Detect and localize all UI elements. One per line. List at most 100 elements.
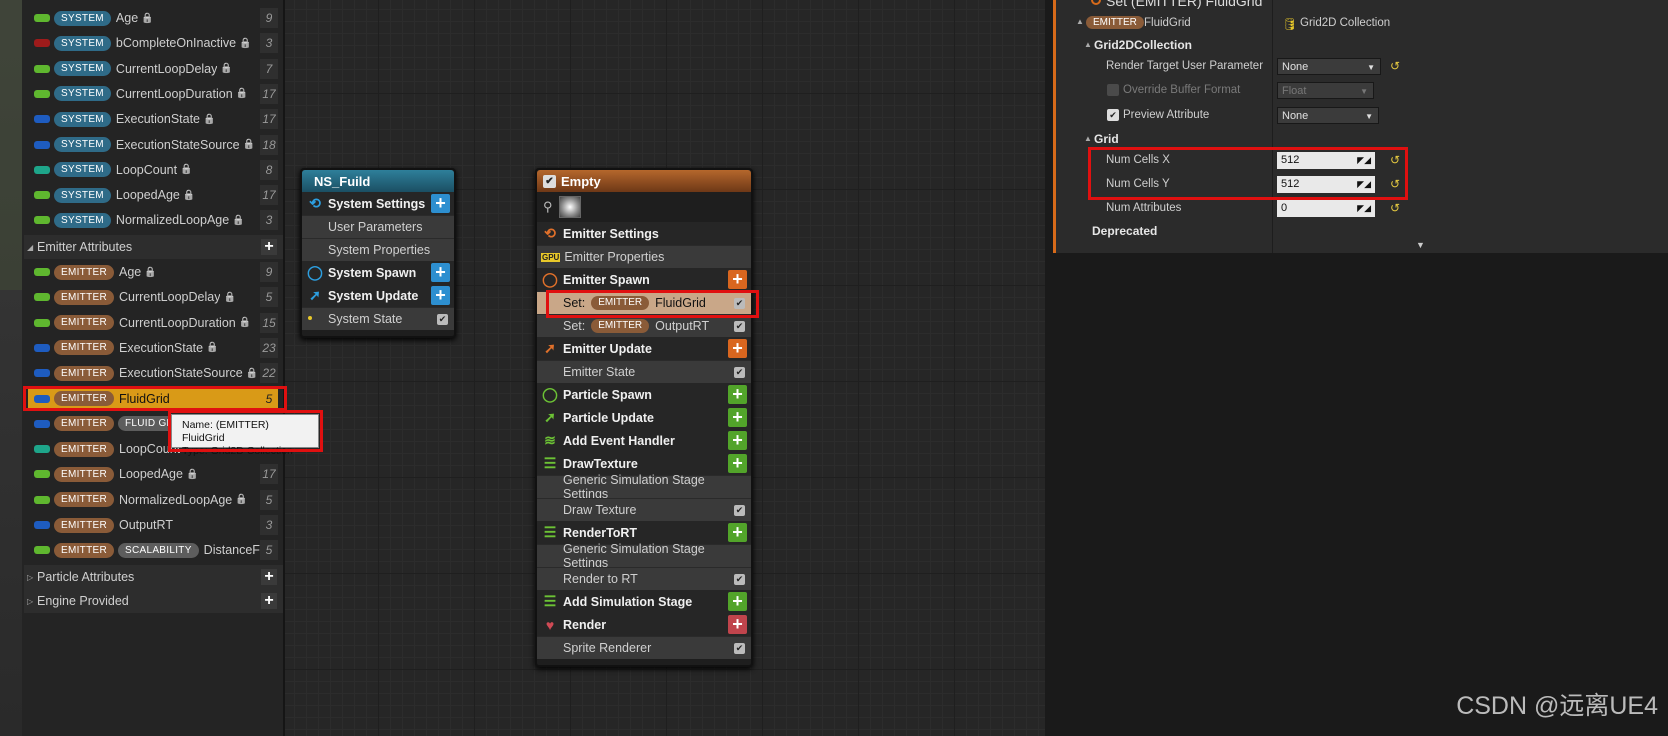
- attribute-row[interactable]: SYSTEM ExecutionState 🔒 17: [28, 107, 278, 131]
- deprecated-category[interactable]: Deprecated: [1056, 219, 1668, 243]
- system-node-title[interactable]: NS_Fuild: [302, 170, 454, 192]
- attribute-row[interactable]: EMITTER NormalizedLoopAge 🔒 5: [28, 488, 278, 512]
- add-module-button[interactable]: +: [728, 454, 747, 473]
- reset-icon[interactable]: ↺: [1390, 201, 1400, 215]
- emitter-thumbnail[interactable]: [558, 196, 581, 218]
- add-module-button[interactable]: +: [728, 592, 747, 611]
- row-label: User Parameters: [328, 220, 423, 234]
- stack-group-row[interactable]: ☰ DrawTexture +: [537, 452, 751, 475]
- namespace-badge: EMITTER: [54, 289, 114, 305]
- module-row[interactable]: System Properties: [302, 238, 454, 261]
- reset-icon[interactable]: ↺: [1390, 177, 1400, 191]
- enabled-checkbox[interactable]: ✔: [734, 643, 745, 654]
- attribute-row[interactable]: EMITTER LoopedAge 🔒 17: [28, 462, 278, 486]
- module-row[interactable]: Generic Simulation Stage Settings: [537, 542, 751, 570]
- override-checkbox[interactable]: [1107, 84, 1119, 96]
- attribute-row[interactable]: SYSTEM LoopedAge 🔒 17: [28, 183, 278, 207]
- system-node[interactable]: NS_Fuild ⟲ System Settings + User Parameter…: [300, 168, 456, 338]
- section-particle_attributes[interactable]: ▷ Particle Attributes +: [24, 565, 283, 589]
- module-row[interactable]: Render to RT ✔: [537, 567, 751, 590]
- module-row[interactable]: Sprite Renderer ✔: [537, 636, 751, 659]
- stack-group-row[interactable]: ♥ Render +: [537, 613, 751, 636]
- enabled-checkbox[interactable]: ✔: [734, 505, 745, 516]
- add-module-button[interactable]: +: [431, 263, 450, 282]
- attribute-row[interactable]: EMITTER ExecutionStateSource 🔒 22: [28, 361, 278, 385]
- attribute-name: CurrentLoopDuration: [119, 315, 236, 330]
- expand-arrow-icon[interactable]: ▼: [1416, 240, 1425, 250]
- add-button[interactable]: +: [261, 593, 277, 609]
- attribute-row[interactable]: EMITTER SCALABILITY DistanceFra 5: [28, 538, 278, 562]
- usage-count: 7: [260, 58, 278, 79]
- num-cells-y-input[interactable]: 512 ◤◢: [1277, 176, 1375, 193]
- attribute-row[interactable]: SYSTEM ExecutionStateSource 🔒 18: [28, 133, 278, 157]
- reset-icon[interactable]: ↺: [1390, 153, 1400, 167]
- enabled-checkbox[interactable]: ✔: [734, 321, 745, 332]
- emitter-node[interactable]: ✔ Empty ⚲ ⟲ Emitter Settings GPU Emitter Pr…: [535, 168, 753, 667]
- attribute-row[interactable]: SYSTEM CurrentLoopDelay 🔒 7: [28, 57, 278, 81]
- add-module-button[interactable]: +: [728, 339, 747, 358]
- stack-group-row[interactable]: ◯ Particle Spawn +: [537, 383, 751, 406]
- expand-arrow-icon[interactable]: ◢: [27, 243, 35, 252]
- attribute-row[interactable]: SYSTEM LoopCount 🔒 8: [28, 158, 278, 182]
- module-row[interactable]: Set: EMITTER FluidGrid ✔: [537, 291, 751, 314]
- enabled-checkbox[interactable]: ✔: [437, 314, 448, 325]
- attribute-row[interactable]: EMITTER CurrentLoopDuration 🔒 15: [28, 311, 278, 335]
- attribute-row[interactable]: SYSTEM CurrentLoopDuration 🔒 17: [28, 82, 278, 106]
- attribute-row[interactable]: EMITTER ExecutionState 🔒 23: [28, 336, 278, 360]
- preview-dropdown[interactable]: None ▼: [1277, 107, 1379, 124]
- module-row[interactable]: Set: EMITTER OutputRT ✔: [537, 314, 751, 337]
- stack-group-row[interactable]: ☰ RenderToRT +: [537, 521, 751, 544]
- add-button[interactable]: +: [261, 239, 277, 255]
- enabled-checkbox[interactable]: ✔: [734, 574, 745, 585]
- emitter-node-header[interactable]: ✔ Empty: [537, 170, 751, 192]
- module-row[interactable]: User Parameters: [302, 215, 454, 238]
- enabled-checkbox[interactable]: ✔: [734, 298, 745, 309]
- enabled-checkbox[interactable]: ✔: [734, 367, 745, 378]
- add-button[interactable]: +: [261, 569, 277, 585]
- emitter-enabled-checkbox[interactable]: ✔: [543, 174, 556, 188]
- num-attributes-input[interactable]: 0 ◤◢: [1277, 200, 1375, 217]
- render-target-dropdown[interactable]: None ▼: [1277, 58, 1381, 75]
- preview-checkbox[interactable]: ✔: [1107, 109, 1119, 121]
- module-row[interactable]: Emitter State ✔: [537, 360, 751, 383]
- add-module-button[interactable]: +: [728, 615, 747, 634]
- grid-category[interactable]: ▲ Grid: [1056, 127, 1668, 151]
- add-module-button[interactable]: +: [431, 194, 450, 213]
- expand-arrow-icon[interactable]: ▷: [27, 597, 35, 606]
- attribute-row[interactable]: EMITTER OutputRT 3: [28, 513, 278, 537]
- attribute-row[interactable]: SYSTEM NormalizedLoopAge 🔒 3: [28, 208, 278, 232]
- override-dropdown[interactable]: Float ▼: [1277, 82, 1374, 99]
- stack-group-row[interactable]: ➚ Particle Update +: [537, 406, 751, 429]
- section-engine_provided[interactable]: ▷ Engine Provided +: [24, 589, 283, 613]
- grid2dcollection-category[interactable]: ▲ Grid2DCollection: [1056, 33, 1668, 57]
- module-row[interactable]: GPU Emitter Properties: [537, 245, 751, 268]
- add-module-button[interactable]: +: [728, 385, 747, 404]
- reset-icon[interactable]: ↺: [1390, 59, 1400, 73]
- add-module-button[interactable]: +: [431, 286, 450, 305]
- attribute-row[interactable]: SYSTEM bCompleteOnInactive 🔒 3: [28, 31, 278, 55]
- expand-arrow-icon[interactable]: ▷: [27, 573, 35, 582]
- module-row[interactable]: System State ✔: [302, 307, 454, 330]
- pin-icon[interactable]: ⚲: [543, 199, 553, 215]
- add-module-button[interactable]: +: [728, 523, 747, 542]
- add-module-button[interactable]: +: [728, 408, 747, 427]
- stack-group-row[interactable]: ⟲ System Settings +: [302, 192, 454, 215]
- stack-group-row[interactable]: ➚ Emitter Update +: [537, 337, 751, 360]
- stack-group-row[interactable]: ◯ System Spawn +: [302, 261, 454, 284]
- attribute-row[interactable]: SYSTEM Age 🔒 9: [28, 6, 278, 30]
- stack-group-row[interactable]: ◯ Emitter Spawn +: [537, 268, 751, 291]
- module-row[interactable]: Generic Simulation Stage Settings: [537, 473, 751, 501]
- section-emitter_attributes[interactable]: ◢ Emitter Attributes +: [24, 235, 283, 259]
- module-row[interactable]: Draw Texture ✔: [537, 498, 751, 521]
- add-module-button[interactable]: +: [728, 270, 747, 289]
- stack-group-row[interactable]: ≋ Add Event Handler +: [537, 429, 751, 452]
- stack-group-row[interactable]: ⟲ Emitter Settings: [537, 222, 751, 245]
- attribute-row[interactable]: EMITTER CurrentLoopDelay 🔒 5: [28, 285, 278, 309]
- attribute-row[interactable]: EMITTER Age 🔒 9: [28, 260, 278, 284]
- stack-group-row[interactable]: ➚ System Update +: [302, 284, 454, 307]
- num-cells-x-input[interactable]: 512 ◤◢: [1277, 152, 1375, 169]
- add-module-button[interactable]: +: [728, 431, 747, 450]
- details-panel: ▲ Set (EMITTER) FluidGrid ▲ EMITTER Flui…: [1045, 0, 1668, 736]
- attribute-row[interactable]: EMITTER FluidGrid 5: [28, 386, 278, 411]
- stack-group-row[interactable]: ☰ Add Simulation Stage +: [537, 590, 751, 613]
